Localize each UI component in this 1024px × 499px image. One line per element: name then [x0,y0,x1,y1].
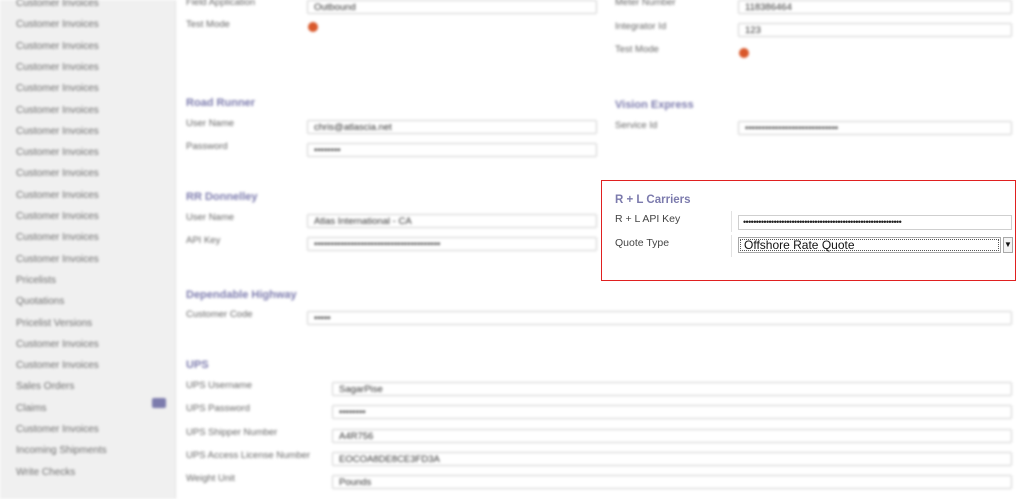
ups-shipper-label: UPS Shipper Number [186,427,278,438]
dependable-highway-title: Dependable Highway [186,289,297,301]
field-application-select[interactable]: Outbound [307,0,597,14]
ups-license-input[interactable]: EOCOA8DE8CE3FD3A [332,452,1012,466]
test-mode-toggle[interactable] [308,22,318,32]
ups-license-label: UPS Access License Number [186,450,311,461]
quote-type-label: Quote Type [615,237,670,249]
customer-code-input[interactable]: ••••• [307,311,1012,325]
customer-code-label: Customer Code [186,309,253,320]
rl-api-key-label: R + L API Key [615,213,681,225]
quote-type-dropdown-button[interactable]: ▼ [1003,237,1013,253]
integrator-id-label: Integrator Id [615,21,667,32]
road-runner-password-input[interactable]: •••••••• [307,143,597,157]
rl-api-key-input[interactable]: ••••••••••••••••••••••••••••••••••••••••… [738,215,1012,230]
road-runner-user-label: User Name [186,118,235,129]
service-id-label: Service Id [615,120,658,131]
rr-donnelley-title: RR Donnelley [186,191,258,203]
ups-password-input[interactable]: •••••••• [332,405,1012,419]
ups-weight-select[interactable]: Pounds [332,475,1012,489]
ups-weight-label: Weight Unit [186,473,235,484]
test-mode-toggle-right[interactable] [739,48,749,58]
road-runner-user-input[interactable]: chris@atlascia.net [307,120,597,134]
ups-username-label: UPS Username [186,380,252,391]
road-runner-password-label: Password [186,141,228,152]
meter-number-label: Meter Number [615,0,676,8]
rl-divider [731,235,732,257]
road-runner-title: Road Runner [186,97,256,109]
rr-user-input[interactable]: Atlas International - CA [307,214,597,228]
ups-username-input[interactable]: SagarPise [332,382,1012,396]
quote-type-select[interactable]: Offshore Rate Quote [738,237,1001,253]
test-mode-label: Test Mode [186,19,230,30]
meter-number-input[interactable]: 118386464 [738,0,1012,14]
rr-user-label: User Name [186,212,235,223]
ups-password-label: UPS Password [186,403,250,414]
service-id-input[interactable]: •••••••••••••••••••••••••••• [738,121,1012,135]
rr-api-key-label: API Key [186,235,221,246]
ups-weight-value: Pounds [339,477,372,488]
rr-api-key-input[interactable]: •••••••••••••••••••••••••••••••••••••• [307,237,597,251]
ups-shipper-input[interactable]: A4R756 [332,429,1012,443]
field-application-label: Field Application [186,0,256,8]
test-mode-label-right: Test Mode [615,44,659,55]
rl-carriers-title: R + L Carriers [615,194,691,206]
rl-divider [731,211,732,232]
ups-title: UPS [186,359,209,371]
integrator-id-input[interactable]: 123 [738,23,1012,37]
vision-express-title: Vision Express [615,99,694,111]
